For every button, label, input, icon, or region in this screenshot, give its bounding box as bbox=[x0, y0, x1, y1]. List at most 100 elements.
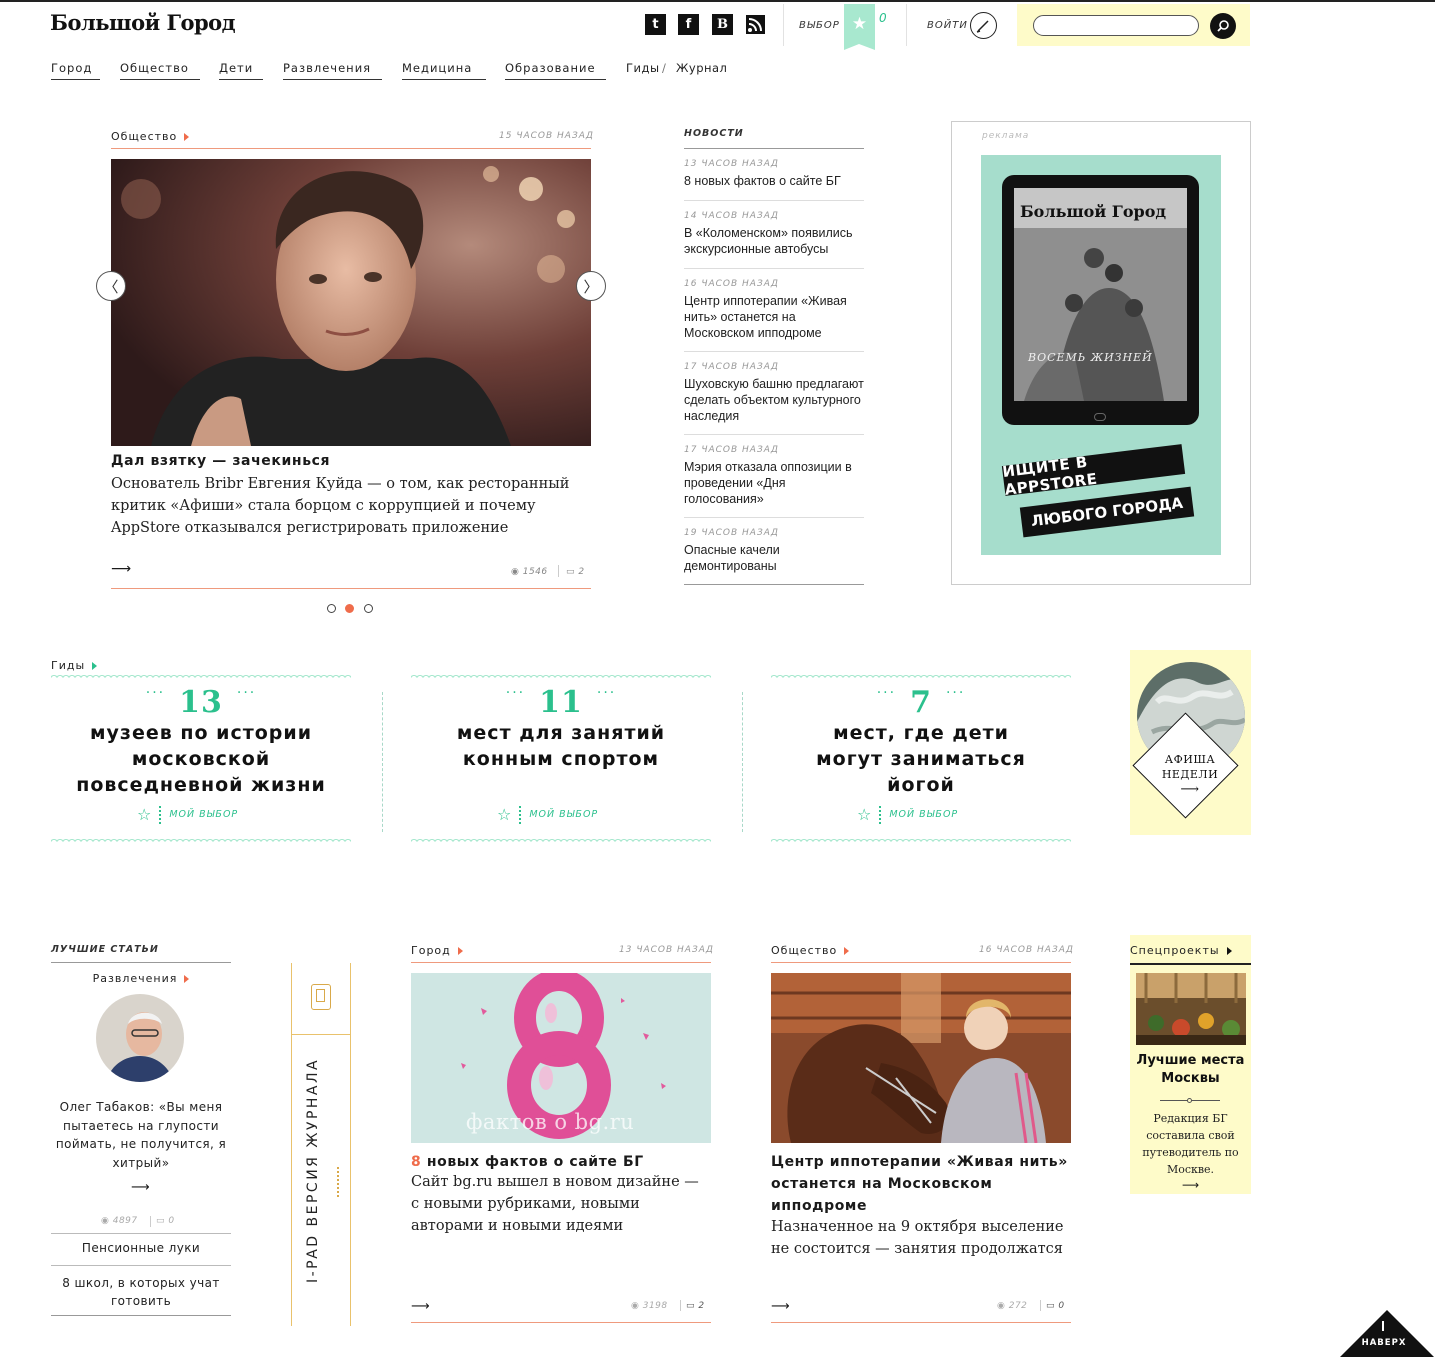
my-choice-toggle[interactable]: ☆ МОЙ ВЫБОР bbox=[857, 805, 958, 824]
featured-title[interactable]: Дал взятку — зачекинься bbox=[111, 453, 330, 469]
divider bbox=[680, 1300, 681, 1311]
rss-icon[interactable] bbox=[745, 14, 766, 35]
special-projects-label[interactable]: Спецпроекты bbox=[1130, 944, 1232, 957]
my-choice-toggle[interactable]: ☆ МОЙ ВЫБОР bbox=[497, 805, 598, 824]
comment-icon: ▭ bbox=[686, 1301, 699, 1311]
ad-banner[interactable]: Большой Город ВОСЕМЬ ЖИЗНЕЙ ИЩИТЕ В APPS… bbox=[981, 155, 1221, 555]
slider-dot-1[interactable] bbox=[327, 604, 336, 613]
star-outline-icon: ☆ bbox=[137, 805, 152, 824]
search-input[interactable] bbox=[1033, 15, 1199, 36]
card-category[interactable]: Город bbox=[411, 944, 463, 957]
news-item[interactable]: 17 ЧАСОВ НАЗАД Мэрия отказала оппозиции в… bbox=[684, 445, 864, 507]
nav-item-obrazovanie[interactable]: Образование bbox=[505, 61, 606, 80]
news-item[interactable]: 14 ЧАСОВ НАЗАД В «Коломенском» появились … bbox=[684, 211, 864, 257]
card-image[interactable] bbox=[771, 973, 1071, 1143]
afisha-label[interactable]: АФИША НЕДЕЛИ ⟶ bbox=[1136, 752, 1244, 797]
best-category[interactable]: Развлечения bbox=[51, 972, 231, 985]
card-time: 13 ЧАСОВ НАЗАД bbox=[619, 945, 714, 955]
eye-icon: ◉ bbox=[631, 1301, 643, 1311]
card-image[interactable]: фактов о bg.ru bbox=[411, 973, 711, 1143]
divider bbox=[292, 1034, 350, 1035]
card-views: ◉ 3198 bbox=[631, 1301, 668, 1311]
news-item[interactable]: 16 ЧАСОВ НАЗАД Центр иппотерапии «Живая н… bbox=[684, 279, 864, 341]
favorites-star-icon[interactable]: ★ bbox=[844, 4, 875, 50]
best-comments[interactable]: ▭ 0 bbox=[156, 1216, 175, 1226]
guide-title[interactable]: мест, где дети могут заниматься йогой bbox=[771, 720, 1071, 798]
featured-category[interactable]: Общество bbox=[111, 130, 190, 143]
login-pencil-icon[interactable] bbox=[970, 12, 997, 39]
nav-item-deti[interactable]: Дети bbox=[219, 61, 263, 80]
card-comments[interactable]: ▭ 0 bbox=[1046, 1301, 1065, 1311]
guide-title[interactable]: музеев по истории московской повседневно… bbox=[51, 720, 351, 798]
featured-comments[interactable]: ▭ 2 bbox=[566, 567, 585, 577]
facebook-icon[interactable]: f bbox=[678, 14, 699, 35]
nav-item-razvlecheniya[interactable]: Развлечения bbox=[283, 61, 382, 80]
guide-card[interactable]: ··· 13 ··· музеев по истории московской по… bbox=[51, 685, 351, 798]
news-heading: НОВОСТИ bbox=[684, 128, 744, 139]
login-link[interactable]: ВОЙТИ bbox=[927, 20, 968, 31]
favorites-label[interactable]: ВЫБОР bbox=[799, 20, 840, 31]
guide-card[interactable]: ··· 11 ··· мест для занятий конным спортом bbox=[411, 685, 711, 772]
image-caption: фактов о bg.ru bbox=[466, 1110, 635, 1134]
divider bbox=[771, 1322, 1071, 1323]
arrow-right-icon bbox=[1226, 947, 1232, 955]
favorites-count: 0 bbox=[879, 11, 887, 25]
card-title[interactable]: 8 новых фактов о сайте БГ bbox=[411, 1151, 711, 1173]
card-title[interactable]: Центр иппотерапии «Живая нить» останется… bbox=[771, 1151, 1071, 1217]
twitter-icon[interactable]: t bbox=[645, 14, 666, 35]
wave-divider bbox=[771, 675, 1071, 681]
nav-item-gorod[interactable]: Город bbox=[51, 61, 100, 80]
news-item[interactable]: 13 ЧАСОВ НАЗАД 8 новых фактов о сайте БГ bbox=[684, 159, 864, 189]
card-comments[interactable]: ▭ 2 bbox=[686, 1301, 705, 1311]
site-logo[interactable]: Большой Город bbox=[50, 10, 236, 35]
featured-photo[interactable] bbox=[111, 159, 591, 446]
slider-dot-2[interactable] bbox=[345, 604, 354, 613]
card-category[interactable]: Общество bbox=[771, 944, 850, 957]
guide-card[interactable]: ··· 7 ··· мест, где дети могут заниматься … bbox=[771, 685, 1071, 798]
read-more-arrow-icon[interactable]: ⟶ bbox=[131, 1180, 150, 1195]
my-choice-toggle[interactable]: ☆ МОЙ ВЫБОР bbox=[137, 805, 238, 824]
divider-dot bbox=[1187, 1098, 1192, 1103]
guides-label[interactable]: Гиды bbox=[51, 659, 98, 672]
special-title[interactable]: Лучшие места Москвы bbox=[1130, 1052, 1251, 1088]
nav-item-zhurnal[interactable]: Журнал bbox=[676, 61, 727, 75]
nav-item-gidy[interactable]: Гиды bbox=[626, 61, 660, 75]
divider bbox=[558, 565, 559, 577]
vkontakte-icon[interactable]: B bbox=[712, 14, 733, 35]
best-quote[interactable]: Олег Табаков: «Вы меня пытаетесь на глуп… bbox=[51, 1098, 231, 1172]
slider-dot-3[interactable] bbox=[364, 604, 373, 613]
back-to-top-label[interactable]: НАВЕРХ bbox=[1360, 1338, 1408, 1348]
guide-title[interactable]: мест для занятий конным спортом bbox=[411, 720, 711, 772]
header-divider bbox=[783, 4, 784, 46]
divider bbox=[51, 1265, 231, 1266]
read-more-arrow-icon[interactable]: ⟶ bbox=[411, 1299, 430, 1314]
nav-item-medicina[interactable]: Медицина bbox=[402, 61, 486, 80]
arrow-right-icon bbox=[184, 975, 190, 983]
slider-prev-button[interactable]: 〈 bbox=[96, 271, 126, 301]
advertisement[interactable]: реклама Большой Город ВОСЕМЬ ЖИЗНЕЙ ИЩИТ… bbox=[951, 121, 1251, 585]
divider bbox=[684, 351, 864, 352]
back-to-top-button[interactable] bbox=[1340, 1310, 1434, 1357]
divider bbox=[51, 1315, 231, 1316]
slider-next-button[interactable]: 〉 bbox=[576, 271, 606, 301]
special-image[interactable] bbox=[1136, 973, 1246, 1045]
divider bbox=[1130, 963, 1251, 965]
afisha-week-promo[interactable]: АФИША НЕДЕЛИ ⟶ bbox=[1130, 650, 1251, 835]
news-item[interactable]: 19 ЧАСОВ НАЗАД Опасные качели демонтирова… bbox=[684, 528, 864, 574]
home-button-icon bbox=[1094, 413, 1106, 421]
special-projects-panel[interactable]: Спецпроекты Лучшие места Москвы Редакция… bbox=[1130, 935, 1251, 1194]
arrow-right-icon bbox=[844, 947, 850, 955]
nav-item-obshchestvo[interactable]: Общество bbox=[120, 61, 200, 80]
search-icon[interactable] bbox=[1210, 13, 1236, 39]
ipad-version-link[interactable]: I-PAD ВЕРСИЯ ЖУРНАЛА bbox=[291, 963, 351, 1326]
wave-divider bbox=[411, 675, 711, 681]
news-item[interactable]: 17 ЧАСОВ НАЗАД Шуховскую башню предлагают… bbox=[684, 362, 864, 424]
read-more-arrow-icon[interactable]: ⟶ bbox=[771, 1299, 790, 1314]
best-link[interactable]: Пенсионные луки bbox=[51, 1241, 231, 1255]
read-more-arrow-icon[interactable]: ⟶ bbox=[1182, 1178, 1199, 1192]
best-link[interactable]: 8 школ, в которых учат готовить bbox=[51, 1274, 231, 1310]
author-photo[interactable] bbox=[96, 994, 184, 1082]
divider bbox=[684, 517, 864, 518]
read-more-arrow-icon[interactable]: ⟶ bbox=[111, 561, 131, 577]
arrow-right-icon: ⟶ bbox=[1180, 782, 1200, 797]
